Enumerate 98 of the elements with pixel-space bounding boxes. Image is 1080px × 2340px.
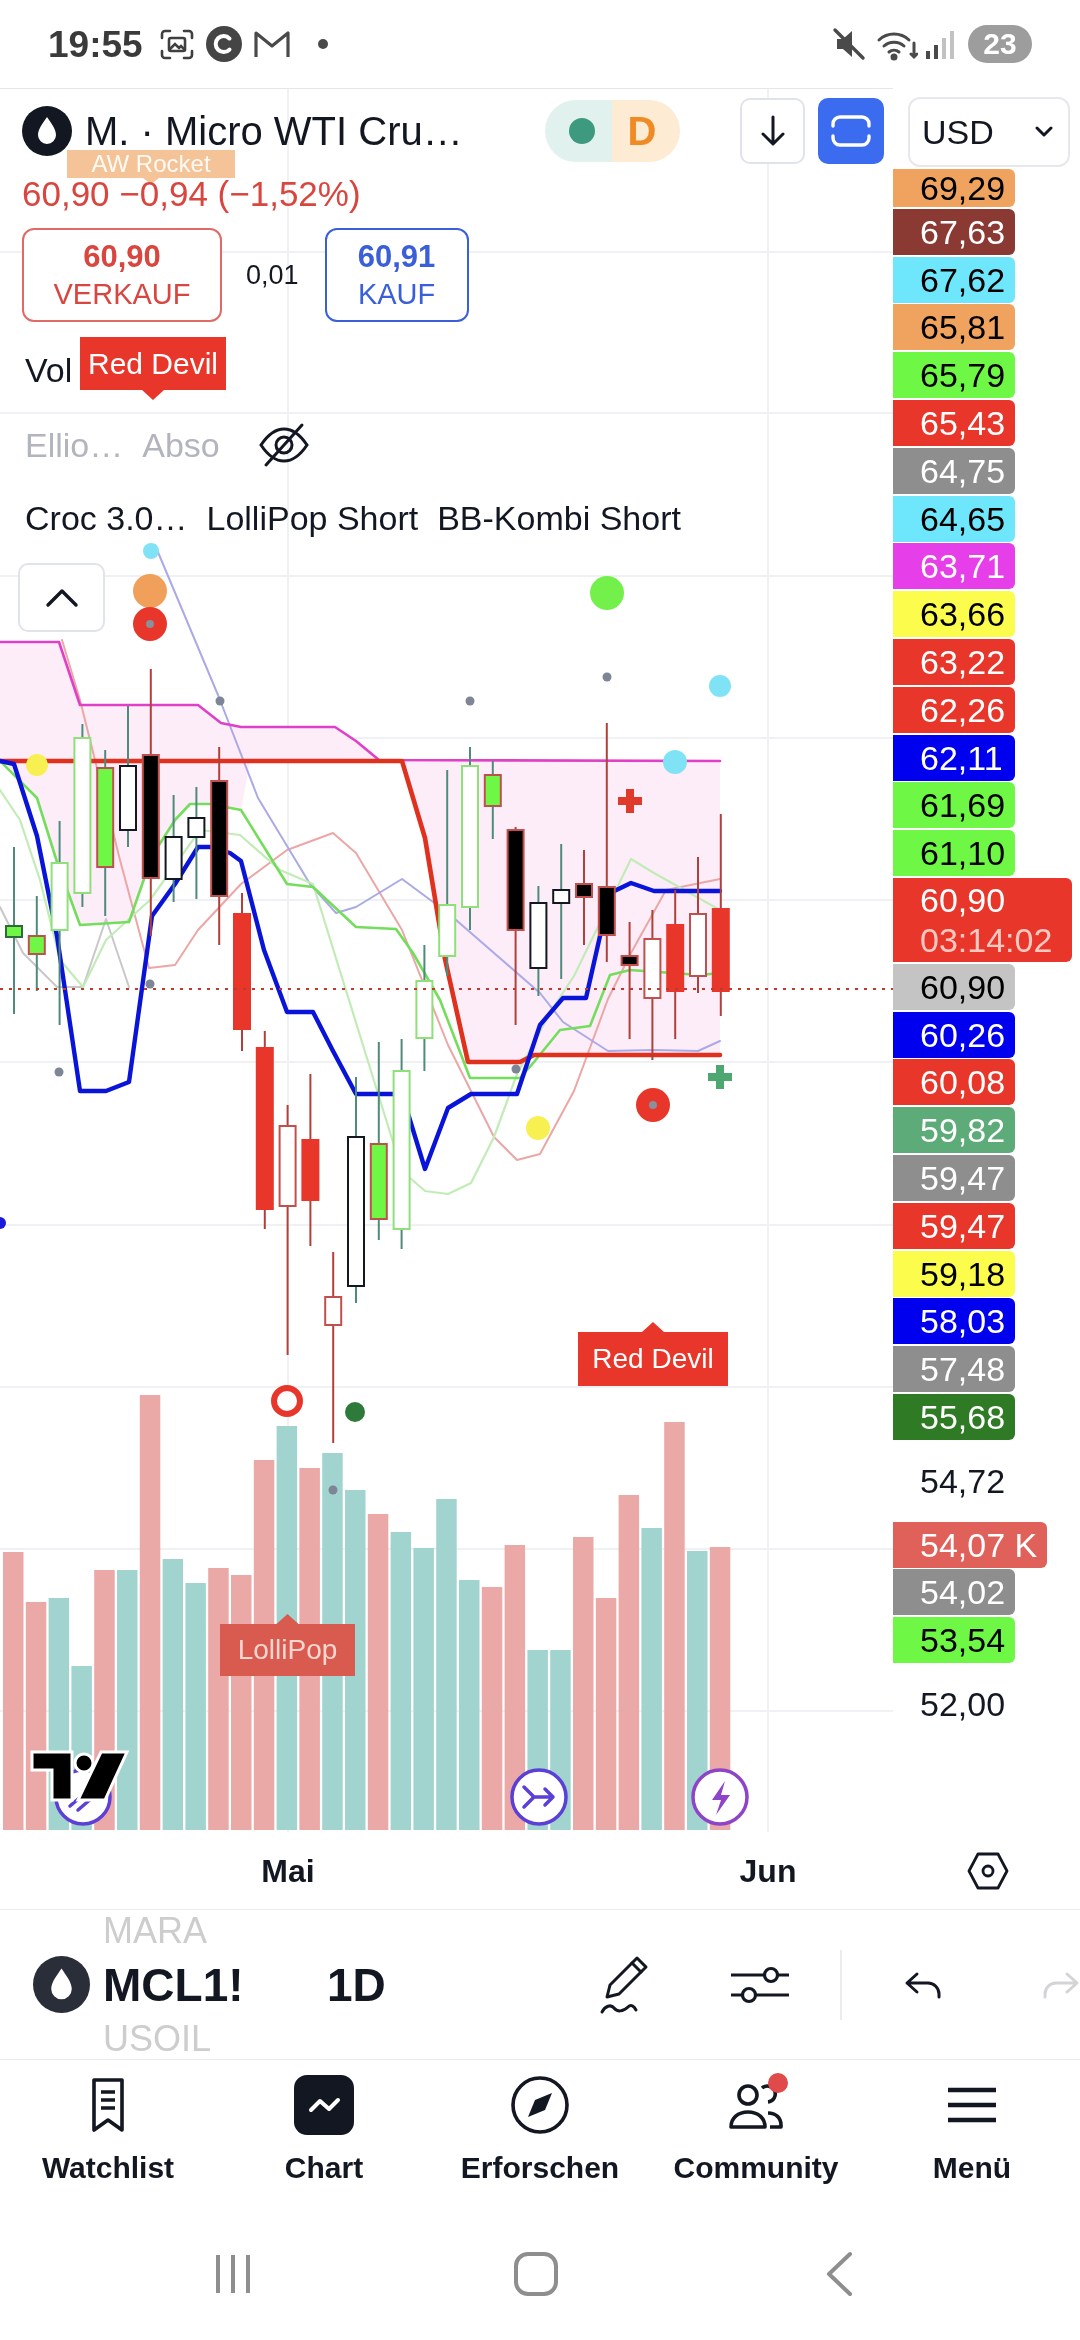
mute-icon: [831, 26, 867, 62]
price-label: 59,47: [893, 1154, 1016, 1201]
nav-tab[interactable]: Chart: [216, 2060, 432, 2200]
nav-tab[interactable]: Menü: [864, 2060, 1080, 2200]
signal-dot-icon: [143, 543, 159, 559]
price-label: 60,08: [893, 1059, 1016, 1106]
price-label: 63,66: [893, 591, 1016, 638]
price-label: 60,90: [893, 963, 1016, 1010]
collapse-button[interactable]: [18, 563, 105, 632]
nav-tab[interactable]: Erforschen: [432, 2060, 648, 2200]
signal-ring-icon: [271, 1385, 303, 1417]
signal-dot-icon: [133, 574, 167, 608]
price-label: 58,03: [893, 1298, 1016, 1345]
signal-tag: Red Devil: [80, 337, 226, 400]
sell-button[interactable]: 60,90 VERKAUF: [22, 228, 222, 322]
signal-dot-icon: [54, 1067, 64, 1077]
recent-apps-icon[interactable]: [213, 2252, 253, 2296]
arrow-down-button[interactable]: [740, 98, 805, 164]
signal-dot-icon: [709, 675, 731, 697]
indicator-label[interactable]: Croc 3.0…: [25, 496, 188, 540]
price-label: 65,79: [893, 352, 1016, 399]
price-label: 62,11: [893, 734, 1015, 781]
back-icon[interactable]: [825, 2251, 853, 2297]
price-label: 55,68: [893, 1393, 1016, 1440]
frame-icon: [831, 115, 871, 147]
price-label: 59,18: [893, 1250, 1016, 1297]
price-label: 64,65: [893, 495, 1016, 542]
price-label: 69,29: [893, 169, 1016, 207]
signal-dot-icon: [526, 1116, 550, 1140]
price-text: 60,90: [920, 882, 1007, 917]
signal-dot-icon: [511, 1064, 521, 1074]
price-label: 59,82: [893, 1107, 1016, 1154]
indicator-label[interactable]: Vol: [25, 348, 73, 392]
countdown-text: 03:14:02: [920, 922, 1054, 957]
circle-c-icon: [205, 26, 242, 62]
price-label: 57,48: [893, 1346, 1016, 1393]
nav-tab[interactable]: Watchlist: [0, 2060, 216, 2200]
price-label: 65,43: [893, 400, 1016, 446]
price-label: 54,07 K: [893, 1521, 1048, 1568]
signal-tag: Red Devil: [578, 1322, 728, 1386]
axis-tick-label: 52,00: [919, 1683, 1006, 1725]
signal-dot-icon: [636, 1088, 670, 1122]
plus-marker-icon: [618, 789, 642, 813]
indicator-label[interactable]: BB-Kombi Short: [437, 496, 681, 540]
signal-dot-icon: [663, 750, 687, 774]
symbol-button[interactable]: MCL1!: [103, 1958, 303, 2011]
eye-slash-icon[interactable]: [257, 421, 310, 469]
signal-icon: [926, 29, 954, 59]
signal-dot-icon: [345, 1402, 365, 1422]
chevron-up-icon: [44, 587, 79, 608]
signal-dot-icon: [26, 754, 48, 776]
signal-dot-icon: [602, 672, 612, 682]
price-label: 63,71: [893, 543, 1016, 590]
delay-badge: D: [612, 100, 680, 162]
interval-button[interactable]: 1D: [327, 1961, 386, 2008]
spread-value: 0,01: [246, 261, 299, 289]
time-axis-label: Mai: [261, 1855, 315, 1887]
signal-dot-icon: [590, 576, 624, 610]
arrow-down-icon: [759, 115, 786, 147]
frame-button[interactable]: [818, 98, 884, 164]
settings-icon[interactable]: [967, 1851, 1009, 1891]
buy-button[interactable]: 60,91 KAUF: [324, 228, 469, 322]
price-label: 54,02: [893, 1569, 1016, 1616]
clock: 19:55: [48, 25, 143, 63]
signal-dot-icon: [328, 1485, 338, 1495]
price-label: 63,22: [893, 638, 1016, 685]
currency-select[interactable]: USD: [908, 97, 1070, 167]
indicator-label[interactable]: LolliPop Short: [206, 496, 419, 540]
signal-dot-icon: [465, 696, 475, 706]
price-label: 65,81: [893, 304, 1016, 351]
dot-icon: [317, 39, 328, 49]
nav-tab[interactable]: Community: [648, 2060, 864, 2200]
price-label: 61,69: [893, 782, 1016, 829]
signal-dot-icon: [133, 607, 167, 641]
battery-indicator: 23: [968, 25, 1032, 63]
lightning-icon: [691, 1768, 749, 1826]
price-label: 59,47: [893, 1202, 1016, 1249]
signal-dot-icon: [145, 979, 155, 989]
mail-icon: [253, 29, 290, 59]
price-label: 62,26: [893, 686, 1016, 733]
drop-icon: [22, 106, 72, 156]
sliders-icon[interactable]: [731, 1965, 789, 2004]
price-label: 60,26: [893, 1011, 1016, 1058]
price-label: 61,10: [893, 830, 1016, 877]
price-label: 53,54: [893, 1617, 1016, 1664]
plus-marker-icon: [708, 1065, 732, 1089]
price-label: 67,63: [893, 208, 1016, 255]
axis-tick-label: 54,72: [919, 1460, 1006, 1502]
undo-icon[interactable]: [904, 1970, 942, 1999]
price-label: 64,75: [893, 447, 1016, 494]
home-icon[interactable]: [513, 2251, 559, 2297]
drop-icon[interactable]: [33, 1956, 90, 2013]
chevron-down-icon: [1034, 126, 1054, 138]
time-axis-label: Jun: [739, 1855, 797, 1887]
instrument-title[interactable]: M. · Micro WTI Cru…: [85, 111, 463, 151]
screenshot-icon: [159, 28, 194, 60]
signal-dot-icon: [215, 696, 225, 706]
price-label: 67,62: [893, 256, 1016, 303]
